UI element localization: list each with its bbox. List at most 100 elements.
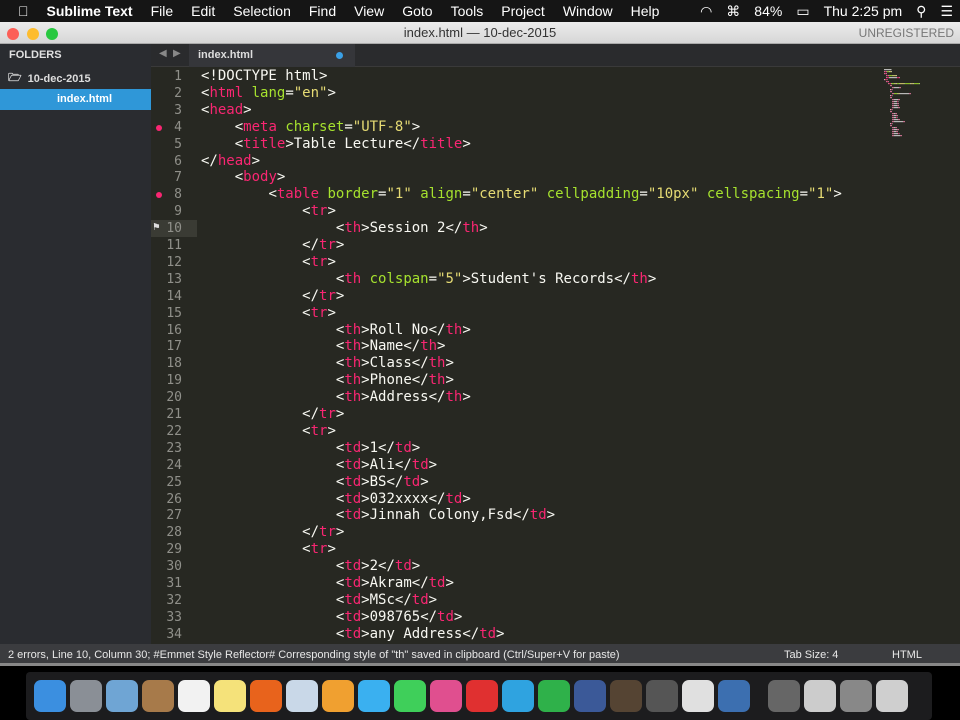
notification-center-icon[interactable]: ☰ (933, 3, 960, 20)
tab-index-html[interactable]: index.html (189, 44, 355, 67)
dock-trash-icon[interactable] (876, 680, 908, 712)
dock-window-3-icon[interactable] (840, 680, 872, 712)
app-menu[interactable]: Sublime Text (38, 3, 142, 19)
menu-goto[interactable]: Goto (393, 3, 441, 19)
menu-window[interactable]: Window (554, 3, 622, 19)
battery-percent[interactable]: 84% (747, 3, 789, 19)
tab-size[interactable]: Tab Size: 4 (784, 649, 838, 661)
unsaved-dot-icon[interactable] (336, 52, 343, 59)
menu-tools[interactable]: Tools (442, 3, 493, 19)
code-line[interactable]: 25 <td>BS</td> (151, 474, 960, 491)
dock-window-2-icon[interactable] (804, 680, 836, 712)
dock-sublime-text-icon[interactable] (646, 680, 678, 712)
dock-photo-icon[interactable] (610, 680, 642, 712)
dock-window-1-icon[interactable] (768, 680, 800, 712)
dock-photo-tool-icon[interactable] (286, 680, 318, 712)
syntax-mode[interactable]: HTML (892, 649, 922, 661)
dock-facetime-icon[interactable] (394, 680, 426, 712)
code-line[interactable]: 17 <th>Name</th> (151, 338, 960, 355)
tab-next-icon[interactable]: ▶ (173, 48, 181, 59)
dock-itunes-icon[interactable] (430, 680, 462, 712)
token-punctuation (361, 271, 369, 287)
dock-reminders-icon[interactable] (178, 680, 210, 712)
dock-photos-icon[interactable] (322, 680, 354, 712)
token-tag: th (462, 220, 480, 237)
code-line[interactable]: 7 <body> (151, 169, 960, 186)
code-line[interactable]: 20 <th>Address</th> (151, 389, 960, 406)
dock-powerpoint-icon[interactable] (466, 680, 498, 712)
code-line[interactable]: 28 </tr> (151, 524, 960, 541)
code-line[interactable]: 19 <th>Phone</th> (151, 372, 960, 389)
code-text: <body> (235, 169, 286, 186)
token-attribute: cellpadding (546, 186, 640, 203)
code-line[interactable]: 27 <td>Jinnah Colony,Fsd</td> (151, 507, 960, 524)
menu-edit[interactable]: Edit (182, 3, 224, 19)
spotlight-icon[interactable]: ⚲ (909, 3, 933, 20)
code-line[interactable]: 18 <th>Class</th> (151, 355, 960, 372)
code-line[interactable]: 21 </tr> (151, 406, 960, 423)
dock-firefox-icon[interactable] (250, 680, 282, 712)
code-line[interactable]: 32 <td>MSc</td> (151, 592, 960, 609)
token-tag: td (344, 439, 362, 456)
code-line[interactable]: 5 <title>Table Lecture</title> (151, 136, 960, 153)
tab-prev-icon[interactable]: ◀ (159, 48, 167, 59)
code-line[interactable]: 34 <td>any Address</td> (151, 626, 960, 643)
apple-icon[interactable]:  (0, 3, 38, 19)
token-punctuation: > (361, 338, 370, 355)
line-number: 19 (166, 373, 182, 389)
menu-file[interactable]: File (142, 3, 183, 19)
code-line[interactable]: 14 </tr> (151, 288, 960, 305)
code-line[interactable]: 11 </tr> (151, 237, 960, 254)
code-text: <tr> (302, 305, 336, 322)
code-line[interactable]: 16 <th>Roll No</th> (151, 322, 960, 339)
code-line[interactable]: 1 <!DOCTYPE html> (151, 68, 960, 85)
keyboard-icon[interactable]: ⌘ (719, 3, 747, 20)
code-line[interactable]: 9 <tr> (151, 203, 960, 220)
code-line[interactable]: 26 <td>032xxxx</td> (151, 491, 960, 508)
menu-help[interactable]: Help (622, 3, 669, 19)
code-line[interactable]: 3 <head> (151, 102, 960, 119)
menu-project[interactable]: Project (492, 3, 554, 19)
code-line[interactable]: ⚑ 10 <th>Session 2</th> (151, 220, 960, 238)
dock-contacts-icon[interactable] (142, 680, 174, 712)
code-editor[interactable]: 1 <!DOCTYPE html> 2 <html lang="en"> 3 <head>… (151, 67, 960, 644)
dock-finder-icon[interactable] (34, 680, 66, 712)
code-line[interactable]: 2 <html lang="en"> (151, 85, 960, 102)
code-line[interactable]: 33 <td>098765</td> (151, 609, 960, 626)
code-line[interactable]: 22 <tr> (151, 423, 960, 440)
token-attribute: charset (285, 118, 345, 135)
folder-item[interactable]: 🗁 10-dec-2015 (8, 69, 91, 88)
code-line[interactable]: 23 <td>1</td> (151, 440, 960, 457)
dock-preview-icon[interactable] (106, 680, 138, 712)
token-punctuation: = (462, 186, 471, 203)
code-line[interactable]: 15 <tr> (151, 305, 960, 322)
code-line[interactable]: 24 <td>Ali</td> (151, 457, 960, 474)
dock-notes-icon[interactable] (214, 680, 246, 712)
code-line[interactable]: 31 <td>Akram</td> (151, 575, 960, 592)
dock-quicktime-icon[interactable] (718, 680, 750, 712)
battery-icon[interactable]: ▭ (789, 3, 816, 20)
dock-word-icon[interactable] (502, 680, 534, 712)
token-tag: td (529, 507, 547, 524)
sidebar-file-index[interactable]: index.html (0, 89, 151, 110)
code-line[interactable]: 4 <meta charset="UTF-8"> (151, 119, 960, 136)
code-text: <tr> (302, 254, 336, 271)
menu-view[interactable]: View (345, 3, 393, 19)
code-text: <td>098765</td> (336, 609, 462, 626)
code-line[interactable]: 12 <tr> (151, 254, 960, 271)
code-line[interactable]: 6 </head> (151, 153, 960, 170)
code-line[interactable]: 29 <tr> (151, 541, 960, 558)
dock-excel-icon[interactable] (538, 680, 570, 712)
code-line[interactable]: 8 <table border="1" align="center" cellpa… (151, 186, 960, 203)
menu-selection[interactable]: Selection (224, 3, 300, 19)
dock-messages-icon[interactable] (358, 680, 390, 712)
clock[interactable]: Thu 2:25 pm (817, 3, 910, 19)
dock-evernote-icon[interactable] (682, 680, 714, 712)
wifi-icon[interactable]: ◠ (693, 3, 719, 20)
code-line[interactable]: 13 <th colspan="5">Student's Records</th> (151, 271, 960, 288)
menu-find[interactable]: Find (300, 3, 345, 19)
dock-launchpad-icon[interactable] (70, 680, 102, 712)
code-line[interactable]: 30 <td>2</td> (151, 558, 960, 575)
dock-facebook-icon[interactable] (574, 680, 606, 712)
token-text: Ali (369, 456, 395, 473)
